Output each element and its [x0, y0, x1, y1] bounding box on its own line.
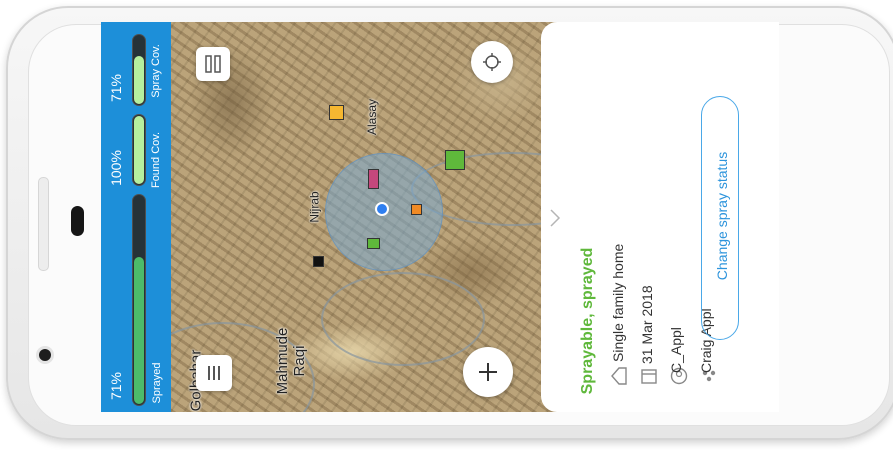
house-icon [611, 367, 627, 385]
spray-coverage-label: Spray Cov. [150, 44, 162, 98]
map-label-alasay: Alasay [365, 98, 380, 136]
map-view[interactable]: Alasay Nijrab Mahmude Raqi Golbahar [171, 22, 561, 412]
spray-coverage-percent: 71% [108, 73, 124, 103]
structure-detail-panel [541, 22, 779, 412]
speaker-slot [38, 177, 49, 271]
structure-marker-green[interactable] [445, 150, 465, 170]
menu-icon [208, 366, 220, 380]
found-coverage-label: Found Cov. [150, 131, 162, 189]
plus-icon [479, 363, 497, 381]
layers-button[interactable] [196, 47, 230, 81]
add-structure-button[interactable] [463, 347, 513, 397]
recenter-button[interactable] [471, 41, 513, 83]
structure-marker-pink[interactable] [368, 169, 379, 189]
menu-button[interactable] [196, 355, 232, 391]
sprayed-percent: 71% [108, 371, 124, 401]
collapse-chevron-icon[interactable] [549, 208, 561, 228]
change-spray-status-label: Change spray status [714, 151, 730, 281]
spray-status-text: Sprayable, sprayed [579, 247, 596, 395]
sensor-pill [71, 206, 84, 236]
spray-coverage-fill [134, 56, 144, 104]
sprayed-progress-fill [134, 256, 144, 404]
found-coverage-percent: 100% [108, 150, 124, 186]
front-camera [39, 349, 51, 361]
structure-marker-green-small[interactable] [367, 238, 380, 249]
current-location-dot [375, 202, 389, 216]
map-label-mahmude-raqi: Mahmude Raqi [274, 327, 308, 395]
calendar-icon [641, 369, 657, 384]
structure-type: Single family home [610, 243, 626, 362]
sprayed-progress-bar [132, 194, 146, 406]
app-screen: Alasay Nijrab Mahmude Raqi Golbahar [101, 22, 779, 412]
coverage-stats-bar: 71% Sprayed 100% Found Cov. 71% Spray Co… [101, 22, 171, 412]
crosshair-icon [483, 53, 501, 71]
spray-coverage-bar [132, 34, 146, 106]
map-label-nijrab: Nijrab [307, 191, 322, 223]
found-coverage-fill [134, 116, 144, 184]
river [321, 272, 485, 366]
sprayer-user: C_Appl [668, 327, 684, 373]
structure-marker-black[interactable] [313, 256, 324, 267]
layers-icon [205, 55, 221, 73]
found-coverage-bar [132, 114, 146, 186]
structure-marker-orange[interactable] [411, 204, 422, 215]
structure-marker-yellow[interactable] [329, 105, 344, 120]
sprayed-label: Sprayed [151, 362, 163, 404]
spray-date: 31 Mar 2018 [639, 285, 655, 364]
